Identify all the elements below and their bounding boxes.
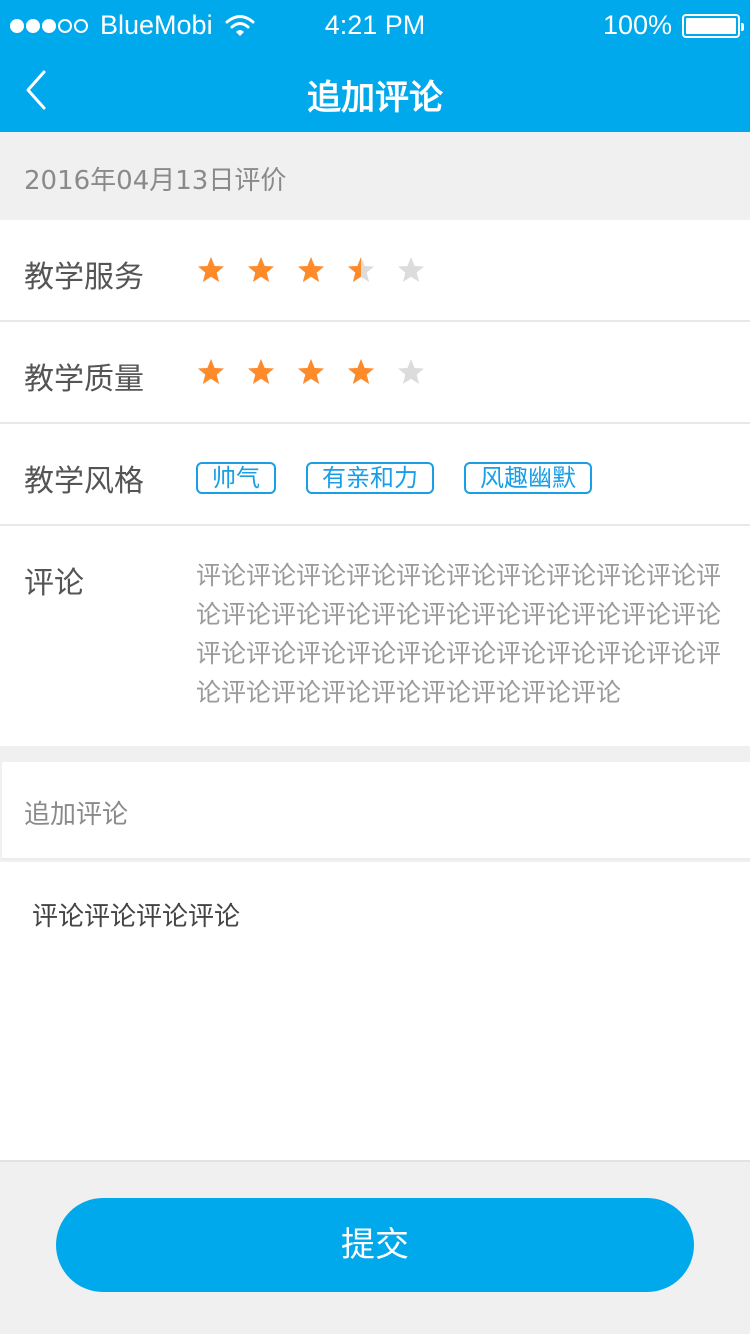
style-tag[interactable]: 风趣幽默 (464, 462, 592, 494)
star-icon (298, 257, 324, 282)
style-tags-row: 教学风格 帅气 有亲和力 风趣幽默 (0, 424, 750, 526)
comment-row: 评论 评论评论评论评论评论评论评论评论评论评论评论评论评论评论评论评论评论评论评… (0, 526, 750, 746)
star-icon (298, 359, 324, 384)
service-rating-row: 教学服务 (0, 220, 750, 322)
append-comment-header: 追加评论 (2, 762, 750, 860)
quality-label: 教学质量 (24, 362, 144, 397)
star-icon (248, 257, 274, 282)
style-label: 教学风格 (24, 464, 144, 499)
nav-bar: 追加评论 (0, 50, 750, 132)
star-icon (198, 359, 224, 384)
append-comment-textarea[interactable]: 评论评论评论评论 (0, 862, 750, 1162)
star-icon (248, 359, 274, 384)
comment-text: 评论评论评论评论评论评论评论评论评论评论评论评论评论评论评论评论评论评论评论评论… (196, 561, 722, 707)
review-details: 教学服务 教学质量 教学风格 帅气 有亲和力 风趣幽默 评论 评论评论评论评论评… (0, 220, 750, 746)
append-comment-label: 追加评论 (24, 800, 129, 830)
submit-button[interactable]: 提交 (56, 1198, 694, 1292)
battery-icon (682, 13, 744, 38)
review-date-row: 2016年04月13日评价 (0, 132, 750, 220)
append-comment-value: 评论评论评论评论 (32, 902, 241, 932)
style-tag[interactable]: 帅气 (196, 462, 276, 494)
star-icon (398, 257, 424, 282)
service-stars (196, 255, 446, 285)
service-label: 教学服务 (24, 260, 144, 295)
star-icon (398, 359, 424, 384)
quality-stars (196, 357, 446, 387)
star-icon (348, 359, 374, 384)
star-icon (348, 257, 374, 282)
style-tags: 帅气 有亲和力 风趣幽默 (196, 462, 622, 494)
style-tag[interactable]: 有亲和力 (306, 462, 434, 494)
battery-percent: 100% (602, 10, 672, 40)
comment-label: 评论 (24, 566, 84, 601)
status-bar: BlueMobi 4:21 PM 100% (0, 0, 750, 50)
status-right: 100% (602, 10, 744, 41)
star-icon (198, 257, 224, 282)
quality-rating-row: 教学质量 (0, 322, 750, 424)
page-title: 追加评论 (307, 78, 443, 118)
review-date: 2016年04月13日评价 (24, 166, 287, 196)
